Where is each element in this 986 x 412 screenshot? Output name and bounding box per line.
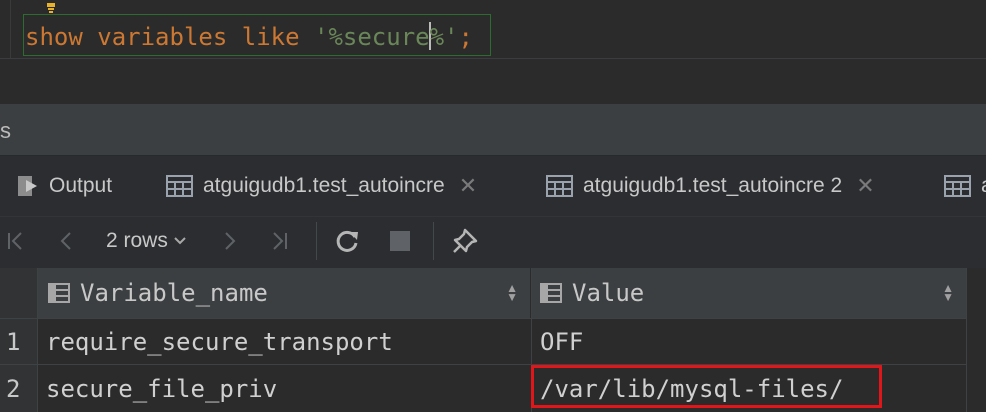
tab-test-autoincre-label: atguigudb1.test_autoincre [203, 174, 445, 197]
services-header [0, 103, 986, 156]
tab-test-autoincre-2[interactable]: atguigudb1.test_autoincre 2 ✕ [546, 156, 875, 216]
keyword-like: like [241, 23, 300, 51]
stop-icon[interactable] [389, 216, 411, 266]
services-title: s [0, 118, 11, 143]
row-number[interactable]: 2 [0, 365, 37, 412]
output-icon [17, 174, 39, 198]
editor-divider [0, 58, 986, 59]
cell-variable-name[interactable]: require_secure_transport [38, 319, 530, 364]
string-literal-start: '%secure [314, 23, 430, 51]
column-header-label: Variable_name [80, 279, 268, 307]
tab-partial-label: a [981, 174, 986, 198]
tab-output-label: Output [49, 174, 113, 197]
sort-icon[interactable]: ▲ ▼ [506, 282, 518, 303]
column-header-label: Value [572, 279, 645, 307]
column-header-value[interactable]: Value ▲ ▼ [532, 268, 966, 318]
tab-test-autoincre[interactable]: atguigudb1.test_autoincre ✕ [166, 156, 477, 216]
highlight-annotation [531, 365, 882, 408]
lightbulb-icon[interactable] [44, 0, 58, 13]
close-icon[interactable]: ✕ [459, 173, 477, 199]
tab-output[interactable]: Output [17, 156, 112, 216]
tab-test-autoincre-2-label: atguigudb1.test_autoincre 2 [583, 174, 843, 197]
sql-statement[interactable]: show variables like '%secure%'; [25, 22, 473, 52]
rows-selector[interactable]: 2 rows [106, 216, 188, 266]
pin-icon[interactable] [451, 216, 479, 266]
row-number[interactable]: 1 [0, 319, 37, 364]
column-header-variable-name[interactable]: Variable_name ▲ ▼ [38, 268, 530, 318]
grid-line [966, 268, 967, 412]
chevron-down-icon [172, 235, 188, 247]
statement-terminator: ; [458, 23, 473, 51]
column-icon [540, 283, 562, 303]
string-literal-end: %' [429, 23, 459, 51]
next-page-icon[interactable] [220, 216, 240, 266]
table-icon [166, 175, 193, 197]
close-icon[interactable]: ✕ [856, 173, 874, 199]
grid-line [0, 318, 966, 319]
sort-icon[interactable]: ▲ ▼ [942, 282, 954, 303]
cell-variable-name[interactable]: secure_file_priv [38, 365, 530, 412]
cell-value[interactable]: OFF [532, 319, 966, 364]
toolbar-separator [316, 222, 317, 260]
toolbar-separator [433, 222, 434, 260]
refresh-icon[interactable] [334, 216, 360, 266]
editor-gutter-divider [10, 0, 11, 58]
grid-line [37, 268, 38, 412]
first-page-icon[interactable] [5, 216, 27, 266]
column-icon [48, 283, 70, 303]
previous-page-icon[interactable] [56, 216, 76, 266]
tab-partial[interactable]: a [944, 156, 986, 216]
last-page-icon[interactable] [268, 216, 290, 266]
table-icon [944, 175, 971, 197]
rows-count-label: 2 rows [106, 229, 168, 252]
table-icon [546, 175, 573, 197]
row-number-header [0, 268, 37, 318]
keyword-show: show [25, 23, 83, 51]
keyword-variables: variables [97, 23, 228, 51]
